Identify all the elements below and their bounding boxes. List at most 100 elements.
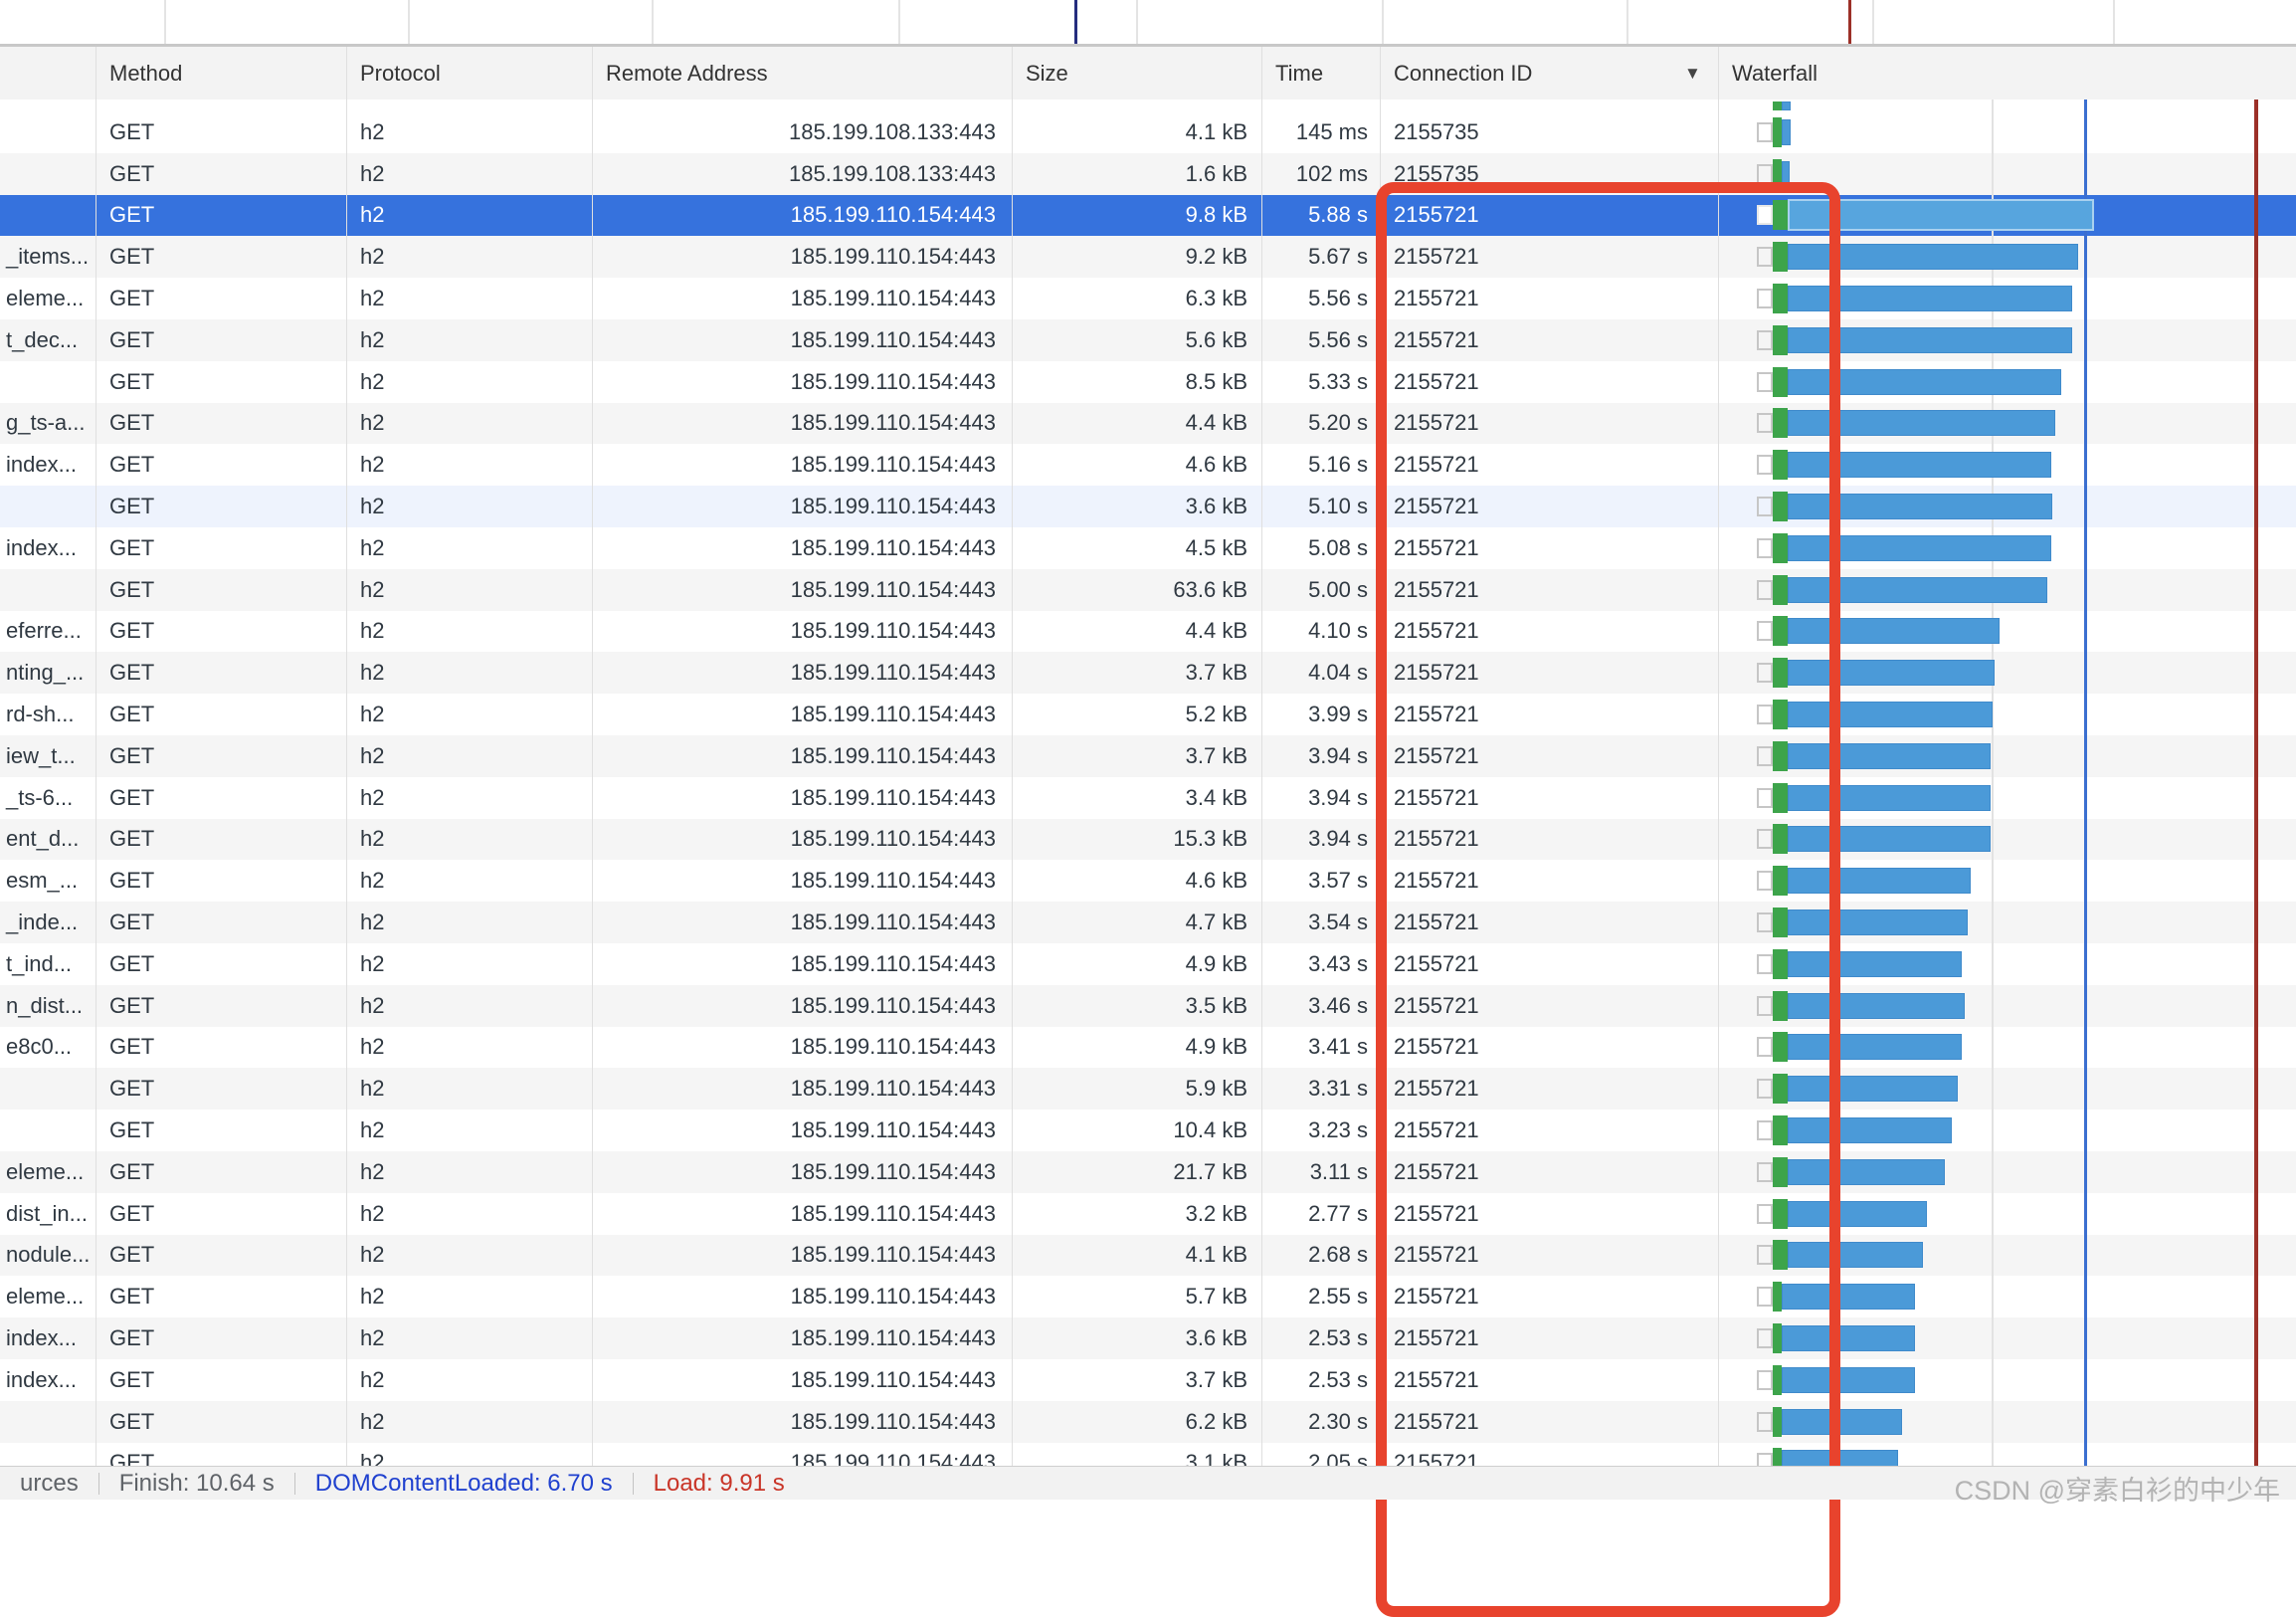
table-row[interactable]: GETh2185.199.110.154:4433.1 kB2.05 s2155… xyxy=(0,1443,2296,1467)
waterfall-waiting-bar xyxy=(1773,658,1788,688)
waterfall-download-bar xyxy=(1782,1325,1915,1351)
remote-address-cell: 185.199.110.154:443 xyxy=(592,527,1012,569)
column-header-remote-address[interactable]: Remote Address xyxy=(606,47,768,100)
remote-address-cell: 185.199.110.154:443 xyxy=(592,569,1012,611)
waterfall-queue-square xyxy=(1757,829,1773,849)
table-row[interactable]: esm_...GETh2185.199.110.154:4434.6 kB3.5… xyxy=(0,860,2296,902)
time-cell: 2.77 s xyxy=(1261,1193,1380,1235)
waterfall-download-bar xyxy=(1788,1159,1945,1185)
size-cell: 4.6 kB xyxy=(1012,444,1261,486)
connection-id-cell: 2155721 xyxy=(1380,195,1718,237)
table-row[interactable]: eleme...GETh2185.199.110.154:44321.7 kB3… xyxy=(0,1151,2296,1193)
connection-id-cell: 2155721 xyxy=(1380,819,1718,861)
waterfall-download-bar xyxy=(1788,452,2051,478)
table-row[interactable]: e8c0...GETh2185.199.110.154:4434.9 kB3.4… xyxy=(0,1027,2296,1069)
table-row[interactable]: GETh2185.199.110.154:4436.2 kB2.30 s2155… xyxy=(0,1401,2296,1443)
remote-address-cell: 185.199.110.154:443 xyxy=(592,1401,1012,1443)
table-row[interactable]: index...GETh2185.199.110.154:4433.6 kB2.… xyxy=(0,1317,2296,1359)
table-row[interactable]: dist_in...GETh2185.199.110.154:4433.2 kB… xyxy=(0,1193,2296,1235)
column-header-connection-id[interactable]: Connection ID xyxy=(1394,47,1532,100)
column-divider xyxy=(1718,47,1719,1466)
table-row[interactable]: _ts-6...GETh2185.199.110.154:4433.4 kB3.… xyxy=(0,777,2296,819)
method-cell: GET xyxy=(96,111,346,153)
time-cell: 3.43 s xyxy=(1261,943,1380,985)
column-header-waterfall[interactable]: Waterfall xyxy=(1732,47,1818,100)
table-row[interactable]: eleme...GETh2185.199.110.154:4436.3 kB5.… xyxy=(0,278,2296,319)
table-row[interactable]: iew_t...GETh2185.199.110.154:4433.7 kB3.… xyxy=(0,735,2296,777)
table-row[interactable]: t_ind...GETh2185.199.110.154:4434.9 kB3.… xyxy=(0,943,2296,985)
waterfall-cell xyxy=(1718,943,2296,985)
table-row[interactable]: eleme...GETh2185.199.110.154:4435.7 kB2.… xyxy=(0,1276,2296,1317)
time-cell: 102 ms xyxy=(1261,153,1380,195)
remote-address-cell: 185.199.108.133:443 xyxy=(592,111,1012,153)
method-cell: GET xyxy=(96,403,346,445)
column-header-method[interactable]: Method xyxy=(109,47,182,100)
table-row[interactable]: GETh2185.199.110.154:4438.5 kB5.33 s2155… xyxy=(0,361,2296,403)
table-row[interactable]: GETh2185.199.108.133:4434.1 kB145 ms2155… xyxy=(0,111,2296,153)
timeline-overview-strip[interactable] xyxy=(0,0,2296,47)
method-cell: GET xyxy=(96,1235,346,1277)
waterfall-queue-square xyxy=(1757,788,1773,808)
method-cell: GET xyxy=(96,486,346,527)
waterfall-cell xyxy=(1718,902,2296,943)
waterfall-waiting-bar xyxy=(1773,991,1788,1021)
table-row[interactable]: index...GETh2185.199.110.154:4434.5 kB5.… xyxy=(0,527,2296,569)
size-cell: 5.6 kB xyxy=(1012,319,1261,361)
table-row[interactable]: _items...GETh2185.199.110.154:4439.2 kB5… xyxy=(0,236,2296,278)
table-row-selected[interactable]: GETh2185.199.110.154:4439.8 kB5.88 s2155… xyxy=(0,195,2296,237)
table-row[interactable]: index...GETh2185.199.110.154:4433.7 kB2.… xyxy=(0,1359,2296,1401)
table-row[interactable]: nodule...GETh2185.199.110.154:4434.1 kB2… xyxy=(0,1235,2296,1277)
protocol-cell: h2 xyxy=(346,278,592,319)
table-row[interactable]: GETh2185.199.110.154:44310.4 kB3.23 s215… xyxy=(0,1110,2296,1151)
column-header-protocol[interactable]: Protocol xyxy=(360,47,441,100)
connection-id-cell: 2155721 xyxy=(1380,486,1718,527)
waterfall-download-bar xyxy=(1782,119,1791,145)
overview-grid-divider xyxy=(652,0,654,44)
waterfall-waiting-bar xyxy=(1773,616,1788,646)
waterfall-download-bar xyxy=(1788,826,1991,852)
method-cell: GET xyxy=(96,985,346,1027)
size-cell: 4.9 kB xyxy=(1012,1027,1261,1069)
table-row[interactable]: ent_d...GETh2185.199.110.154:44315.3 kB3… xyxy=(0,819,2296,861)
size-cell: 5.2 kB xyxy=(1012,694,1261,735)
size-cell: 3.7 kB xyxy=(1012,652,1261,694)
protocol-cell: h2 xyxy=(346,1401,592,1443)
column-header-size[interactable]: Size xyxy=(1026,47,1068,100)
waterfall-download-bar xyxy=(1788,743,1991,769)
table-row[interactable]: _inde...GETh2185.199.110.154:4434.7 kB3.… xyxy=(0,902,2296,943)
table-row[interactable]: n_dist...GETh2185.199.110.154:4433.5 kB3… xyxy=(0,985,2296,1027)
sort-desc-icon[interactable]: ▼ xyxy=(1684,47,1701,100)
size-cell: 4.9 kB xyxy=(1012,943,1261,985)
waterfall-download-bar xyxy=(1788,993,1965,1019)
method-cell: GET xyxy=(96,444,346,486)
waterfall-waiting-bar xyxy=(1773,575,1788,605)
table-row[interactable]: GETh2185.199.110.154:4435.9 kB3.31 s2155… xyxy=(0,1068,2296,1110)
connection-id-cell: 2155721 xyxy=(1380,777,1718,819)
table-row[interactable]: GETh2185.199.108.133:4431.6 kB102 ms2155… xyxy=(0,153,2296,195)
table-row[interactable]: eferre...GETh2185.199.110.154:4434.4 kB4… xyxy=(0,611,2296,653)
csdn-watermark: CSDN @穿素白衫的中少年 xyxy=(1955,1469,2280,1508)
waterfall-waiting-bar xyxy=(1773,117,1782,147)
waterfall-queue-square xyxy=(1757,1162,1773,1182)
time-cell: 145 ms xyxy=(1261,111,1380,153)
table-row[interactable]: nting_...GETh2185.199.110.154:4433.7 kB4… xyxy=(0,652,2296,694)
connection-id-cell: 2155735 xyxy=(1380,153,1718,195)
column-header-time[interactable]: Time xyxy=(1275,47,1323,100)
table-row[interactable]: GETh2185.199.110.154:4433.6 kB5.10 s2155… xyxy=(0,486,2296,527)
time-cell: 2.30 s xyxy=(1261,1401,1380,1443)
table-row[interactable]: t_dec...GETh2185.199.110.154:4435.6 kB5.… xyxy=(0,319,2296,361)
table-row[interactable]: index...GETh2185.199.110.154:4434.6 kB5.… xyxy=(0,444,2296,486)
connection-id-cell: 2155721 xyxy=(1380,902,1718,943)
request-name: _items... xyxy=(0,236,96,278)
clipped-table-row[interactable] xyxy=(0,100,2296,111)
table-row[interactable]: g_ts-a...GETh2185.199.110.154:4434.4 kB5… xyxy=(0,403,2296,445)
waterfall-queue-square xyxy=(1757,1453,1773,1466)
waterfall-queue-square xyxy=(1757,1287,1773,1307)
column-divider xyxy=(1261,47,1262,1466)
table-row[interactable]: GETh2185.199.110.154:44363.6 kB5.00 s215… xyxy=(0,569,2296,611)
table-row[interactable]: rd-sh...GETh2185.199.110.154:4435.2 kB3.… xyxy=(0,694,2296,735)
time-cell: 2.55 s xyxy=(1261,1276,1380,1317)
size-cell: 3.7 kB xyxy=(1012,1359,1261,1401)
overview-grid-divider xyxy=(898,0,900,44)
waterfall-cell xyxy=(1718,236,2296,278)
